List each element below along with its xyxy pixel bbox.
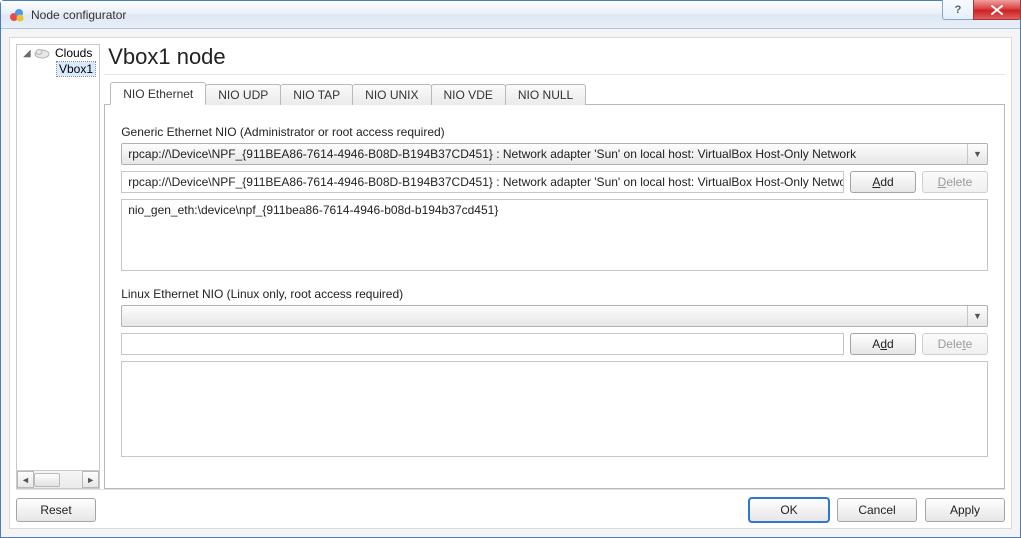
tab-nio-vde[interactable]: NIO VDE xyxy=(431,84,506,105)
chevron-down-icon: ▼ xyxy=(967,306,987,326)
generic-adapter-combo[interactable]: rpcap://\Device\NPF_{911BEA86-7614-4946-… xyxy=(121,143,988,165)
scroll-right-button[interactable]: ► xyxy=(82,471,99,488)
config-panel: Vbox1 node NIO Ethernet NIO UDP NIO TAP … xyxy=(104,44,1005,489)
close-icon xyxy=(991,5,1003,15)
tree-scrollbar[interactable]: ◄ ► xyxy=(16,471,100,489)
generic-adapter-input[interactable]: rpcap://\Device\NPF_{911BEA86-7614-4946-… xyxy=(121,171,844,193)
tree-label: Clouds xyxy=(53,46,94,60)
tree-view[interactable]: ◢ Clouds Vbox1 xyxy=(16,44,100,471)
scroll-left-button[interactable]: ◄ xyxy=(17,471,34,488)
generic-nio-list[interactable]: nio_gen_eth:\device\npf_{911bea86-7614-4… xyxy=(121,199,988,271)
tab-nio-tap[interactable]: NIO TAP xyxy=(280,84,353,105)
scroll-thumb[interactable] xyxy=(34,473,60,487)
collapse-icon[interactable]: ◢ xyxy=(23,48,33,59)
linux-nio-list[interactable] xyxy=(121,361,988,457)
apply-button[interactable]: Apply xyxy=(925,498,1005,522)
dialog-footer: Reset OK Cancel Apply xyxy=(16,489,1005,522)
app-icon xyxy=(9,7,25,23)
reset-button[interactable]: Reset xyxy=(16,498,96,522)
linux-nio-label: Linux Ethernet NIO (Linux only, root acc… xyxy=(121,287,988,301)
help-button[interactable]: ? xyxy=(942,0,974,20)
combo-value: rpcap://\Device\NPF_{911BEA86-7614-4946-… xyxy=(128,147,856,161)
client-area: ◢ Clouds Vbox1 ◄ ► xyxy=(1,29,1020,537)
linux-delete-button[interactable]: Delete xyxy=(922,333,988,355)
cancel-button[interactable]: Cancel xyxy=(837,498,917,522)
tree-item-vbox1[interactable]: Vbox1 xyxy=(17,61,99,77)
titlebar: Node configurator ? xyxy=(1,1,1020,29)
linux-adapter-combo[interactable]: ▼ xyxy=(121,305,988,327)
tab-nio-udp[interactable]: NIO UDP xyxy=(205,84,281,105)
panel-title: Vbox1 node xyxy=(104,44,1005,75)
tab-nio-null[interactable]: NIO NULL xyxy=(505,84,586,105)
tab-content: Generic Ethernet NIO (Administrator or r… xyxy=(104,105,1005,489)
linux-adapter-input[interactable] xyxy=(121,333,844,355)
close-button[interactable] xyxy=(973,0,1021,20)
chevron-down-icon: ▼ xyxy=(967,144,987,164)
tab-nio-unix[interactable]: NIO UNIX xyxy=(352,84,431,105)
tree-item-clouds[interactable]: ◢ Clouds xyxy=(17,45,99,61)
tree-panel: ◢ Clouds Vbox1 ◄ ► xyxy=(16,44,100,489)
tree-label: Vbox1 xyxy=(57,62,95,76)
list-item[interactable]: nio_gen_eth:\device\npf_{911bea86-7614-4… xyxy=(128,203,981,217)
cloud-icon xyxy=(33,47,51,59)
tab-nio-ethernet[interactable]: NIO Ethernet xyxy=(110,82,206,105)
ok-button[interactable]: OK xyxy=(749,498,829,522)
generic-delete-button[interactable]: Delete xyxy=(922,171,988,193)
linux-add-button[interactable]: Add xyxy=(850,333,916,355)
window-title: Node configurator xyxy=(31,8,126,22)
tab-bar: NIO Ethernet NIO UDP NIO TAP NIO UNIX NI… xyxy=(104,81,1005,105)
generic-nio-label: Generic Ethernet NIO (Administrator or r… xyxy=(121,125,988,139)
generic-add-button[interactable]: Add xyxy=(850,171,916,193)
